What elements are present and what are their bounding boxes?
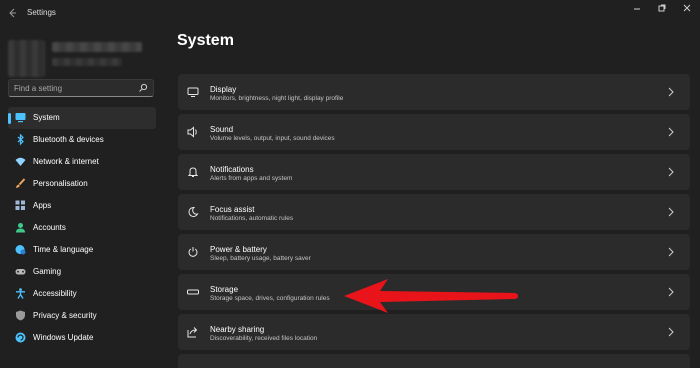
sidebar-item-label: Windows Update [33, 333, 94, 342]
sidebar-item-apps[interactable]: Apps [8, 195, 156, 217]
title-bar: Settings [0, 0, 700, 28]
chevron-right-icon [668, 127, 674, 137]
sidebar-item-label: Apps [33, 201, 52, 210]
search-input[interactable] [14, 81, 134, 95]
sidebar-item-accessibility[interactable]: Accessibility [8, 283, 156, 305]
search-icon[interactable] [138, 83, 148, 93]
share-icon [187, 326, 199, 338]
card-title: Display [210, 85, 237, 94]
close-icon[interactable] [682, 3, 694, 15]
window-title: Settings [27, 8, 56, 17]
search-box[interactable] [8, 79, 154, 97]
card-focus-assist[interactable]: Focus assist Notifications, automatic ru… [178, 194, 690, 230]
account-icon [15, 222, 26, 233]
card-subtitle: Volume levels, output, input, sound devi… [210, 135, 335, 142]
storage-icon [187, 286, 199, 298]
monitor-icon [15, 112, 26, 123]
sidebar-item-accounts[interactable]: Accounts [8, 217, 156, 239]
card-power-battery[interactable]: Power & battery Sleep, battery usage, ba… [178, 234, 690, 270]
minimize-icon[interactable] [632, 3, 644, 15]
sidebar-item-gaming[interactable]: Gaming [8, 261, 156, 283]
sidebar-item-privacy-security[interactable]: Privacy & security [8, 305, 156, 327]
card-title: Nearby sharing [210, 325, 265, 334]
sidebar-item-system[interactable]: System [8, 107, 156, 129]
sidebar-item-time-language[interactable]: Time & language [8, 239, 156, 261]
sidebar-item-label: Network & internet [33, 157, 99, 166]
card-subtitle: Storage space, drives, configuration rul… [210, 295, 330, 302]
back-arrow-icon[interactable] [8, 7, 18, 19]
card-notifications[interactable]: Notifications Alerts from apps and syste… [178, 154, 690, 190]
speaker-icon [187, 126, 199, 138]
card-next-partial[interactable] [178, 354, 690, 368]
sidebar-item-label: Time & language [33, 245, 94, 254]
card-subtitle: Notifications, automatic rules [210, 215, 294, 222]
sidebar: System Bluetooth & devices Network & int… [0, 28, 164, 368]
sidebar-item-label: Accessibility [33, 289, 77, 298]
sidebar-item-label: Personalisation [33, 179, 88, 188]
chevron-right-icon [668, 207, 674, 217]
shield-icon [15, 310, 26, 321]
apps-icon [15, 200, 26, 211]
card-title: Notifications [210, 165, 254, 174]
sidebar-item-network-internet[interactable]: Network & internet [8, 151, 156, 173]
annotation-arrow [340, 276, 520, 314]
card-subtitle: Discoverability, received files location [210, 335, 318, 342]
sidebar-item-windows-update[interactable]: Windows Update [8, 327, 156, 349]
chevron-right-icon [668, 167, 674, 177]
card-title: Power & battery [210, 245, 267, 254]
avatar[interactable] [8, 40, 45, 77]
sidebar-item-label: Gaming [33, 267, 62, 276]
card-title: Sound [210, 125, 234, 134]
sidebar-item-label: Accounts [33, 223, 66, 232]
chevron-right-icon [668, 327, 674, 337]
card-subtitle: Monitors, brightness, night light, displ… [210, 95, 344, 102]
display-icon [187, 86, 199, 98]
chevron-right-icon [668, 87, 674, 97]
card-title: Storage [210, 285, 239, 294]
sidebar-item-personalisation[interactable]: Personalisation [8, 173, 156, 195]
user-email-redacted [52, 58, 122, 66]
card-sound[interactable]: Sound Volume levels, output, input, soun… [178, 114, 690, 150]
brush-icon [15, 178, 26, 189]
sidebar-item-label: Privacy & security [33, 311, 97, 320]
maximize-icon[interactable] [657, 3, 669, 15]
card-display[interactable]: Display Monitors, brightness, night ligh… [178, 74, 690, 110]
card-title: Focus assist [210, 205, 255, 214]
card-nearby-sharing[interactable]: Nearby sharing Discoverability, received… [178, 314, 690, 350]
bell-icon [187, 166, 199, 178]
card-subtitle: Sleep, battery usage, battery saver [210, 255, 311, 262]
chevron-right-icon [668, 287, 674, 297]
sidebar-nav: System Bluetooth & devices Network & int… [8, 107, 156, 349]
globe-clock-icon [15, 244, 26, 255]
sidebar-item-bluetooth-devices[interactable]: Bluetooth & devices [8, 129, 156, 151]
chevron-right-icon [668, 247, 674, 257]
gamepad-icon [15, 266, 26, 277]
wifi-icon [15, 156, 26, 167]
moon-icon [187, 206, 199, 218]
power-icon [187, 246, 199, 258]
page-title: System [177, 32, 234, 49]
card-subtitle: Alerts from apps and system [210, 175, 293, 182]
accessibility-icon [15, 288, 26, 299]
update-icon [15, 332, 26, 343]
bluetooth-icon [15, 133, 26, 146]
sidebar-item-label: Bluetooth & devices [33, 135, 104, 144]
settings-card-list: Display Monitors, brightness, night ligh… [178, 74, 690, 368]
user-name-redacted [52, 42, 142, 52]
sidebar-item-label: System [33, 113, 60, 122]
